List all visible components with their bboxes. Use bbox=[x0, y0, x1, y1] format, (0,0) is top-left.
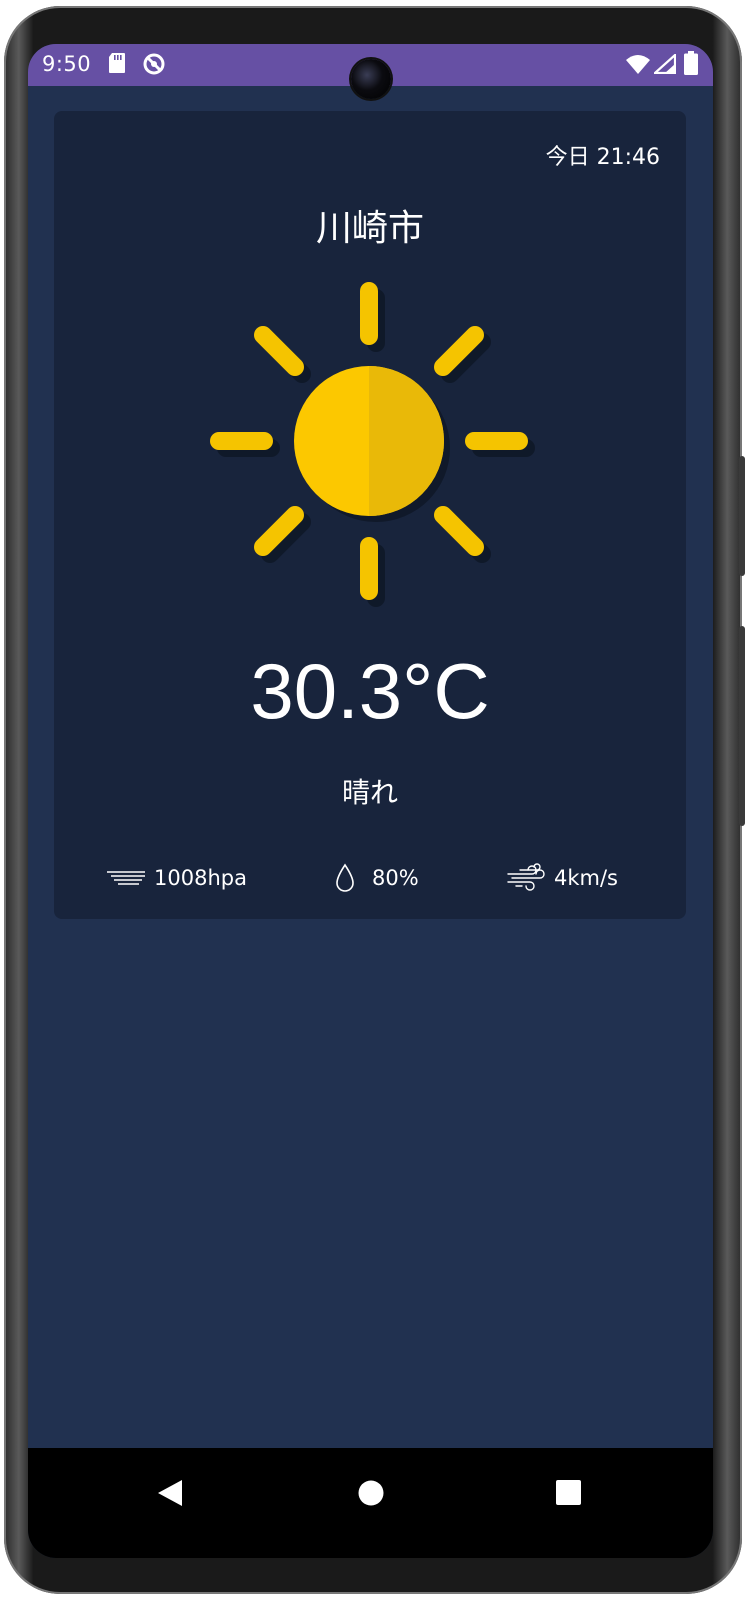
status-time: 9:50 bbox=[42, 52, 92, 76]
wind-stat: 4km/s bbox=[506, 861, 618, 895]
pressure-value: 1008hpa bbox=[154, 866, 247, 890]
temperature: 30.3°C bbox=[250, 647, 490, 735]
wind-value: 4km/s bbox=[554, 866, 618, 890]
cell-signal-icon bbox=[652, 52, 677, 78]
front-camera bbox=[351, 59, 391, 99]
humidity-stat: 80% bbox=[334, 861, 419, 895]
city-name: 川崎市 bbox=[315, 208, 424, 249]
home-icon[interactable] bbox=[357, 1479, 385, 1511]
battery-icon bbox=[684, 51, 698, 79]
wifi-icon bbox=[626, 54, 650, 78]
pressure-stat: 1008hpa bbox=[106, 861, 247, 895]
humidity-drop-icon bbox=[336, 863, 354, 892]
back-icon[interactable] bbox=[156, 1478, 184, 1512]
device-frame: 9:50 今日 21:46 川崎市 30.3°C 晴れ 1008hpa 80% … bbox=[4, 6, 745, 1594]
screen: 9:50 今日 21:46 川崎市 30.3°C 晴れ 1008hpa 80% … bbox=[28, 44, 713, 1558]
pressure-icon bbox=[107, 871, 145, 885]
sd-card-icon bbox=[108, 52, 126, 78]
wind-icon bbox=[507, 863, 545, 891]
sun-icon bbox=[210, 282, 535, 607]
weather-card: 今日 21:46 川崎市 30.3°C 晴れ 1008hpa 80% 4km/s bbox=[54, 111, 686, 919]
humidity-value: 80% bbox=[372, 866, 419, 890]
power-button bbox=[739, 456, 745, 576]
recents-icon[interactable] bbox=[555, 1479, 582, 1510]
volume-button bbox=[739, 626, 745, 826]
navigation-bar bbox=[28, 1448, 713, 1558]
sync-icon bbox=[142, 52, 166, 80]
weather-condition: 晴れ bbox=[341, 776, 398, 809]
date-time: 今日 21:46 bbox=[545, 145, 660, 170]
